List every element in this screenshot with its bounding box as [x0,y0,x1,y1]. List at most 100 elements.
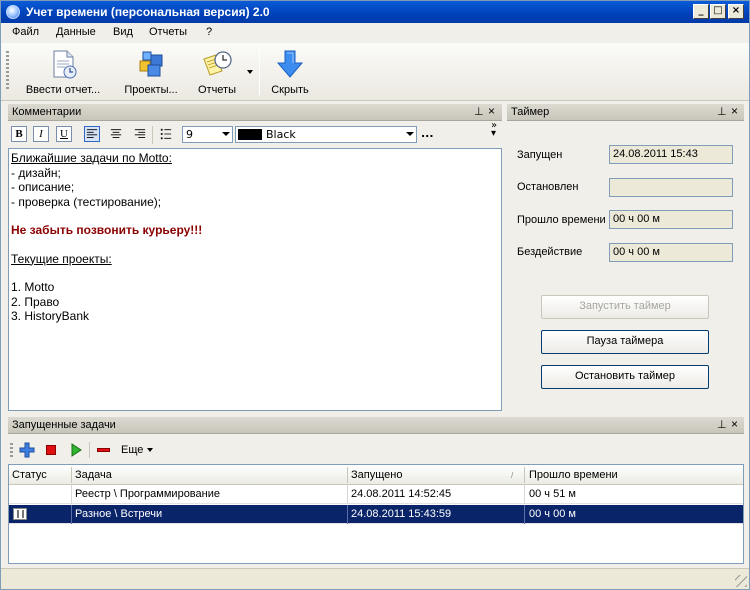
add-task-icon[interactable] [19,442,35,458]
tasks-panel-header: Запущенные задачи ⊥ × [8,417,744,434]
pin-icon[interactable]: ⊥ [717,418,727,431]
started-field: 24.08.2011 15:43 [609,145,733,164]
reports-clock-icon [203,51,232,76]
close-window-button[interactable]: × [728,4,744,19]
menu-reports[interactable]: Отчеты [149,26,187,38]
stop-timer-button[interactable]: Остановить таймер [541,365,709,389]
main-toolbar: Ввести отчет... Проекты... Отчеты Скрыть [1,43,749,101]
app-clock-icon [6,5,20,19]
menu-view[interactable]: Вид [113,26,133,38]
row-task: Разное \ Встречи [75,508,163,520]
more-menu-button[interactable]: Еще [121,444,143,456]
column-elapsed[interactable]: Прошло времени [529,469,618,481]
pause-timer-button[interactable]: Пауза таймера [541,330,709,354]
maximize-button[interactable]: □ [710,4,726,19]
align-right-button[interactable] [132,126,148,142]
start-timer-button[interactable]: Запустить таймер [541,295,709,319]
hide-label: Скрыть [271,84,309,96]
color-select[interactable]: Black [235,126,417,143]
table-header: Статус Задача Запущено / Прошло времени [9,465,743,485]
pin-icon[interactable]: ⊥ [717,105,727,118]
editor-line: Текущие проекты: [11,251,112,266]
window-title: Учет времени (персональная версия) 2.0 [26,5,270,19]
hide-button[interactable]: Скрыть [265,45,315,99]
align-left-button[interactable] [84,126,100,142]
bullet-list-icon [160,128,172,140]
close-icon[interactable]: × [731,104,738,118]
projects-button[interactable]: Проекты... [117,45,185,99]
play-task-icon[interactable] [70,443,82,457]
italic-button[interactable]: I [33,126,49,142]
table-row[interactable]: Реестр \ Программирование 24.08.2011 14:… [9,485,743,504]
toolbar-grip[interactable] [6,51,9,91]
stop-task-icon[interactable] [46,445,56,455]
chevron-down-icon [147,448,153,452]
remove-task-icon[interactable] [97,448,110,452]
close-icon[interactable]: × [731,417,738,431]
editor-line: 1. Motto [11,280,55,294]
row-started: 24.08.2011 14:52:45 [351,488,452,500]
projects-label: Проекты... [124,84,178,96]
reports-label: Отчеты [197,84,237,96]
more-format-button[interactable]: ... [421,127,434,140]
started-label: Запущен [517,149,563,161]
color-swatch [238,129,262,140]
align-right-icon [134,129,146,138]
bold-button[interactable]: B [11,126,27,142]
row-task: Реестр \ Программирование [75,488,220,500]
column-started[interactable]: Запущено [351,469,402,481]
cell-divider [524,485,525,504]
align-center-button[interactable] [108,126,124,142]
comments-panel-title: Комментарии [12,106,82,118]
close-icon[interactable]: × [488,104,495,118]
align-left-icon [86,129,98,138]
elapsed-field: 00 ч 00 м [609,210,733,229]
toolbar-separator [89,442,90,458]
formatting-toolbar: B I U 9 Black ... » ▾ [8,121,502,148]
tasks-toolbar: Еще [8,437,744,463]
chevron-down-icon [222,132,230,136]
comments-panel-header: Комментарии ⊥ × [8,104,502,121]
reports-button[interactable]: Отчеты [191,45,243,99]
pause-status-icon [13,508,27,520]
table-row-selected[interactable]: Разное \ Встречи 24.08.2011 15:43:59 00 … [9,505,743,524]
cell-divider [347,505,348,524]
chevron-down-icon [406,132,414,136]
menu-data[interactable]: Данные [56,26,96,38]
elapsed-label: Прошло времени [517,214,606,226]
toolbar-overflow-icon[interactable]: » ▾ [491,121,497,139]
editor-line: Ближайшие задачи по Motto: [11,151,172,165]
editor-line: 2. Право [11,294,60,309]
minimize-button[interactable]: _ [693,4,709,19]
format-separator [152,126,153,144]
enter-report-button[interactable]: Ввести отчет... [17,45,109,99]
stopped-label: Остановлен [517,181,579,193]
underline-button[interactable]: U [56,126,72,142]
color-name-value: Black [266,128,296,141]
resize-grip[interactable] [735,575,747,587]
timer-panel-title: Таймер [511,106,550,118]
pin-icon[interactable]: ⊥ [474,105,484,118]
stopped-field [609,178,733,197]
toolbar-grip[interactable] [10,443,13,457]
cell-divider [71,505,72,524]
column-status[interactable]: Статус [12,469,47,481]
reports-dropdown-arrow-icon[interactable] [247,70,253,74]
projects-cubes-icon [139,51,163,77]
column-divider [524,467,525,483]
idle-field: 00 ч 00 м [609,243,733,262]
bullet-list-button[interactable] [158,126,174,142]
column-task[interactable]: Задача [75,469,112,481]
editor-line: - описание; [11,180,75,194]
arrow-down-icon [276,50,304,78]
cell-divider [347,485,348,504]
idle-label: Бездействие [517,246,583,258]
menu-bar: Файл Данные Вид Отчеты ? [1,23,749,43]
menu-file[interactable]: Файл [12,26,39,38]
tasks-table: Статус Задача Запущено / Прошло времени … [8,464,744,564]
column-divider [347,467,348,483]
title-bar: Учет времени (персональная версия) 2.0 _… [1,1,749,23]
comments-editor[interactable]: Ближайшие задачи по Motto: - дизайн; - о… [8,148,502,411]
menu-help[interactable]: ? [206,26,212,38]
font-size-select[interactable]: 9 [182,126,233,143]
